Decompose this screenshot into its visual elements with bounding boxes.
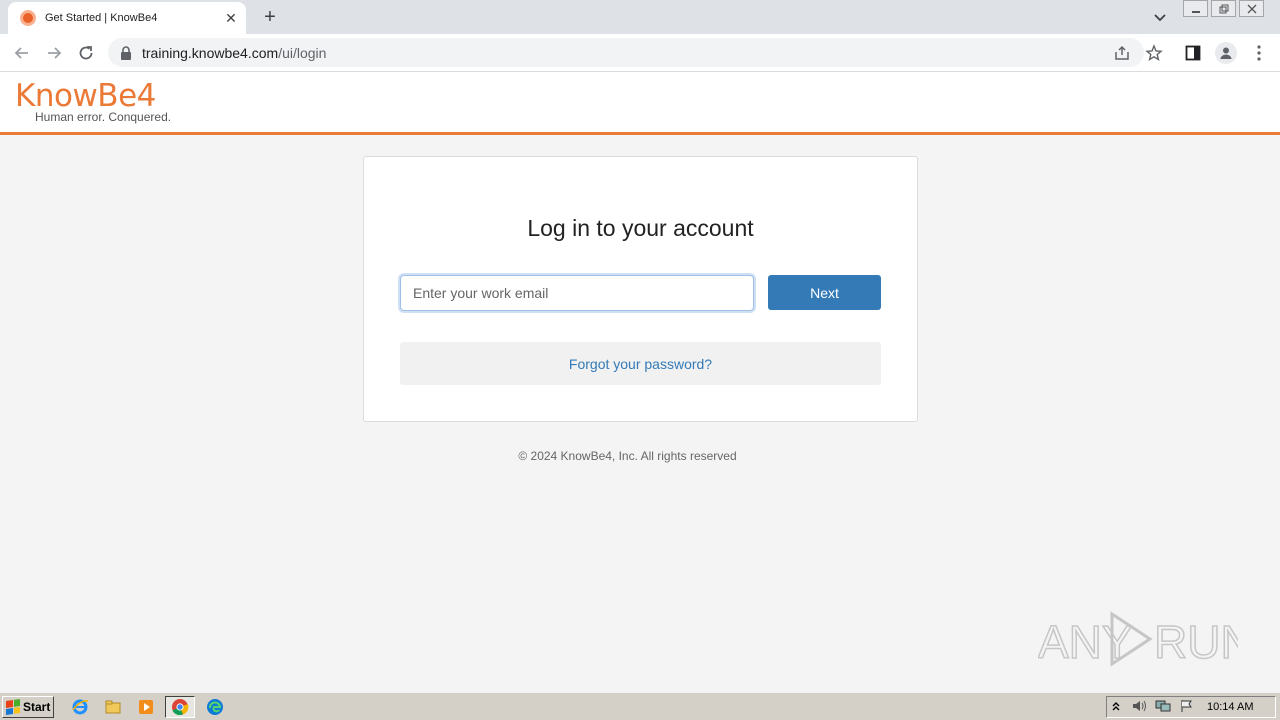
clock[interactable]: 10:14 AM	[1207, 701, 1253, 713]
tab-close-icon[interactable]: ✕	[222, 10, 240, 27]
share-icon[interactable]	[1113, 44, 1131, 62]
login-title: Log in to your account	[527, 215, 754, 241]
tray-expand-icon[interactable]	[1111, 700, 1121, 715]
start-label: Start	[23, 700, 51, 714]
url-path: /ui/login	[278, 45, 327, 61]
address-bar[interactable]: training.knowbe4.com/ui/login	[108, 38, 1144, 67]
forgot-password-box: Forgot your password?	[400, 342, 881, 385]
tab-title: Get Started | KnowBe4	[45, 12, 158, 24]
logo-tagline: Human error. Conquered.	[35, 110, 172, 124]
action-center-flag-icon[interactable]	[1179, 699, 1193, 716]
window-controls	[1183, 0, 1273, 18]
lock-icon[interactable]	[120, 46, 132, 65]
volume-icon[interactable]	[1131, 699, 1147, 716]
close-window-icon[interactable]	[1239, 0, 1264, 17]
anyrun-watermark: ANY RUN	[1037, 608, 1254, 670]
system-tray: 10:14 AM	[1106, 696, 1276, 718]
chrome-taskbar-icon[interactable]	[165, 696, 195, 718]
windows-flag-icon	[6, 699, 20, 715]
internet-explorer-icon[interactable]	[70, 697, 90, 717]
knowbe4-favicon-icon	[20, 10, 36, 26]
start-button[interactable]: Start	[2, 696, 54, 718]
network-icon[interactable]	[1155, 699, 1171, 716]
watermark-text-right: RUN	[1154, 616, 1238, 668]
more-menu-icon[interactable]	[1249, 43, 1269, 63]
copyright-footer: © 2024 KnowBe4, Inc. All rights reserved	[518, 449, 737, 463]
url-host: training.knowbe4.com	[142, 45, 279, 61]
chevron-down-icon[interactable]	[1151, 8, 1169, 26]
browser-tab-bar: Get Started | KnowBe4 ✕ +	[0, 0, 1280, 34]
login-card: Log in to your account Next Forgot your …	[363, 156, 918, 422]
bookmark-star-icon[interactable]	[1144, 43, 1164, 63]
email-input[interactable]	[400, 275, 754, 311]
next-button[interactable]: Next	[768, 275, 881, 310]
back-arrow-icon[interactable]	[11, 42, 33, 64]
forward-arrow-icon[interactable]	[43, 42, 65, 64]
profile-avatar-icon[interactable]	[1215, 42, 1237, 64]
browser-tab[interactable]: Get Started | KnowBe4 ✕	[8, 2, 246, 34]
new-tab-button[interactable]: +	[258, 5, 282, 29]
knowbe4-logo[interactable]: KnowBe4 Human error. Conquered.	[15, 78, 171, 124]
logo-wordmark: KnowBe4	[15, 78, 156, 114]
minimize-icon[interactable]	[1183, 0, 1208, 17]
media-player-icon[interactable]	[136, 697, 156, 717]
browser-toolbar: training.knowbe4.com/ui/login	[0, 34, 1280, 72]
url-text: training.knowbe4.com/ui/login	[142, 45, 326, 61]
edge-icon[interactable]	[205, 697, 225, 717]
windows-taskbar: Start 10:14 AM	[0, 692, 1280, 720]
side-panel-icon[interactable]	[1183, 43, 1203, 63]
reload-icon[interactable]	[75, 42, 97, 64]
site-header: KnowBe4 Human error. Conquered.	[0, 72, 1280, 135]
file-explorer-icon[interactable]	[103, 697, 123, 717]
forgot-password-link[interactable]: Forgot your password?	[569, 356, 712, 372]
restore-icon[interactable]	[1211, 0, 1236, 17]
